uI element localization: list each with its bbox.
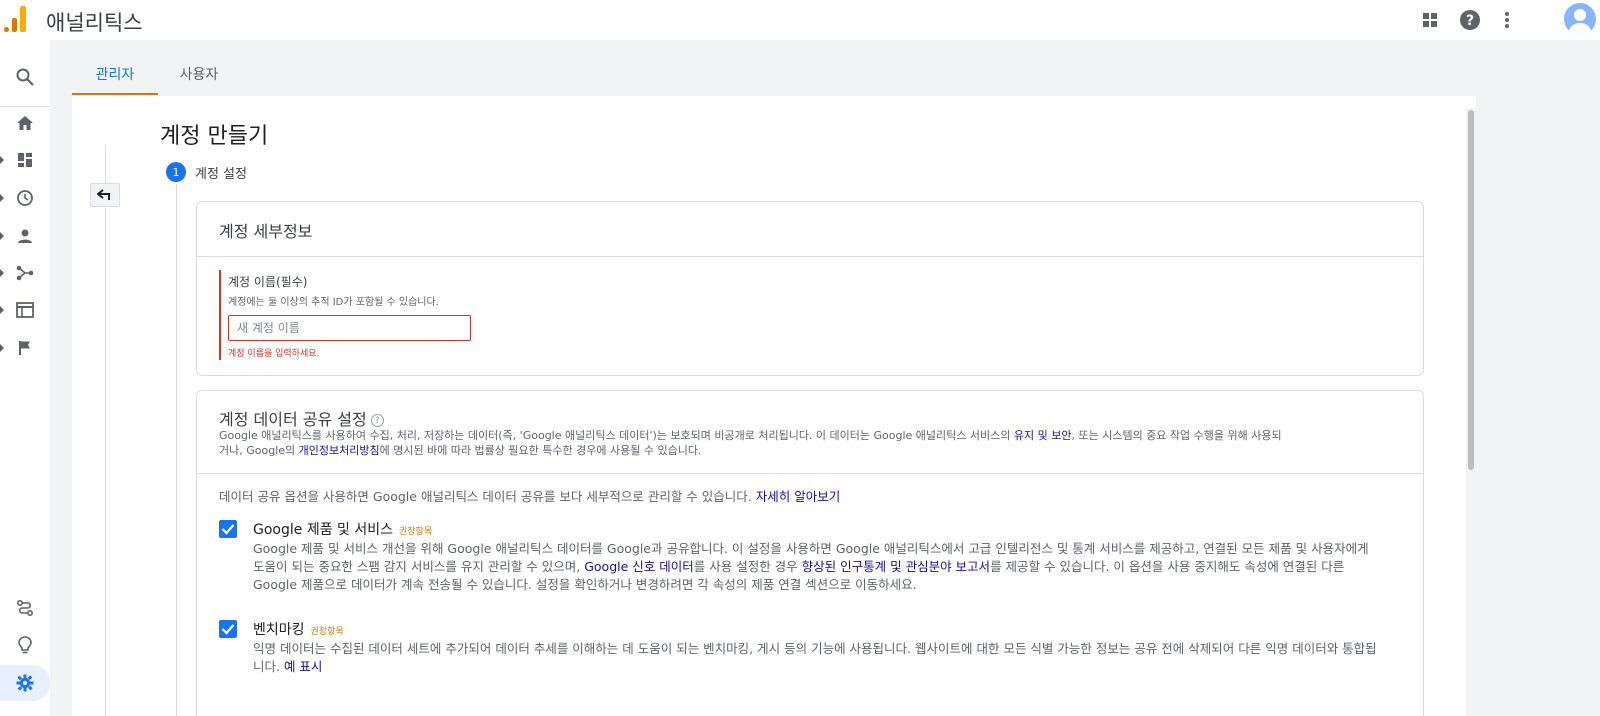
benchmarking-option-desc: 익명 데이터는 수집된 데이터 세트에 추가되어 데이터 추세를 이해하는 데 … <box>253 640 1383 676</box>
option-desc-text: 를 사용 설정한 경우 <box>693 559 802 574</box>
step-label: 계정 설정 <box>195 167 247 182</box>
analytics-logo-icon[interactable] <box>2 6 28 32</box>
stepper-line <box>176 184 177 716</box>
help-icon[interactable]: ? <box>1458 8 1482 32</box>
left-nav-rail <box>0 40 50 716</box>
benchmarking-option-title: 벤치마킹 권장항목 <box>253 619 344 639</box>
desc-text: 에 명시된 바에 따라 법률상 필요한 특수한 경우에 사용될 수 있습니다. <box>379 444 702 457</box>
google-products-option-title: Google 제품 및 서비스 권장항목 <box>253 519 432 539</box>
svg-text:?: ? <box>1466 13 1474 29</box>
card-divider <box>197 256 1423 257</box>
data-sharing-card: 계정 데이터 공유 설정? Google 애널리틱스를 사용하여 수집, 처리,… <box>196 390 1424 716</box>
settings-icon[interactable] <box>0 665 50 701</box>
app-title: 애널리틱스 <box>46 11 143 35</box>
check-icon <box>221 624 235 635</box>
share-icon[interactable] <box>0 256 50 290</box>
account-name-help: 계정에는 둘 이상의 추적 ID가 포함될 수 있습니다. <box>228 297 439 308</box>
maintenance-security-link[interactable]: 유지 및 보안 <box>1014 429 1072 442</box>
apps-icon[interactable] <box>1418 8 1442 32</box>
learn-more-link[interactable]: 자세히 알아보기 <box>756 489 840 504</box>
clock-icon[interactable] <box>0 181 50 215</box>
page-title: 계정 만들기 <box>160 124 269 149</box>
account-name-label: 계정 이름(필수) <box>228 275 308 289</box>
data-sharing-title-text: 계정 데이터 공유 설정 <box>219 410 367 429</box>
desc-text: Google 애널리틱스를 사용하여 수집, 처리, 저장하는 데이터(즉, '… <box>219 429 1014 442</box>
google-products-checkbox[interactable] <box>219 520 237 538</box>
dashboard-icon[interactable] <box>0 143 50 177</box>
account-name-field: 계정 이름(필수) 계정에는 둘 이상의 추적 ID가 포함될 수 있습니다. … <box>219 270 819 360</box>
scrollbar-thumb[interactable] <box>1468 110 1474 470</box>
route-icon[interactable] <box>0 591 50 625</box>
recommended-badge: 권장항목 <box>399 527 433 537</box>
tab-user[interactable]: 사용자 <box>164 55 234 95</box>
help-circle-icon[interactable]: ? <box>370 414 384 427</box>
person-icon[interactable] <box>0 219 50 253</box>
top-bar: 애널리틱스 ? <box>0 0 1600 40</box>
google-products-option-desc: Google 제품 및 서비스 개선을 위해 Google 애널리틱스 데이터를… <box>253 540 1383 594</box>
back-arrow-icon <box>97 189 110 200</box>
show-example-link[interactable]: 예 표시 <box>284 659 322 674</box>
table-icon[interactable] <box>0 293 50 327</box>
demographics-reports-link[interactable]: 향상된 인구통계 및 관심분야 보고서 <box>802 559 990 574</box>
google-signals-link[interactable]: Google 신호 데이터 <box>584 559 694 574</box>
flag-icon[interactable] <box>0 331 50 365</box>
account-name-error: 계정 이름을 입력하세요. <box>228 349 320 359</box>
data-sharing-title: 계정 데이터 공유 설정? <box>219 406 384 430</box>
lightbulb-icon[interactable] <box>0 628 50 662</box>
search-icon[interactable] <box>0 60 50 94</box>
avatar[interactable] <box>1564 3 1596 35</box>
account-name-input[interactable] <box>228 315 471 341</box>
back-button[interactable] <box>90 183 120 207</box>
home-icon[interactable] <box>0 106 50 140</box>
option-desc-text: 익명 데이터는 수집된 데이터 세트에 추가되어 데이터 추세를 이해하는 데 … <box>253 641 1377 674</box>
check-icon <box>221 524 235 535</box>
tab-admin[interactable]: 관리자 <box>72 55 158 95</box>
data-sharing-intro: 데이터 공유 옵션을 사용하면 Google 애널리틱스 데이터 공유를 보다 … <box>219 489 840 504</box>
account-details-title: 계정 세부정보 <box>219 222 313 241</box>
intro-text: 데이터 공유 옵션을 사용하면 Google 애널리틱스 데이터 공유를 보다 … <box>219 489 756 504</box>
card-divider <box>197 473 1423 474</box>
benchmarking-checkbox[interactable] <box>219 620 237 638</box>
side-divider <box>105 145 106 716</box>
data-sharing-description: Google 애널리틱스를 사용하여 수집, 처리, 저장하는 데이터(즉, '… <box>219 428 1399 458</box>
desc-text: 거나, Google의 <box>219 444 299 457</box>
more-vert-icon[interactable] <box>1495 8 1519 32</box>
desc-text: , 또는 시스템의 중요 작업 수행을 위해 사용되 <box>1071 429 1282 442</box>
account-details-card: 계정 세부정보 계정 이름(필수) 계정에는 둘 이상의 추적 ID가 포함될 … <box>196 201 1424 376</box>
scrollbar[interactable] <box>1466 108 1476 716</box>
option-title-text: 벤치마킹 <box>253 622 305 638</box>
option-title-text: Google 제품 및 서비스 <box>253 522 393 538</box>
privacy-policy-link[interactable]: 개인정보처리방침 <box>299 444 380 457</box>
step-number-badge: 1 <box>166 162 186 182</box>
recommended-badge: 권장항목 <box>310 627 344 637</box>
